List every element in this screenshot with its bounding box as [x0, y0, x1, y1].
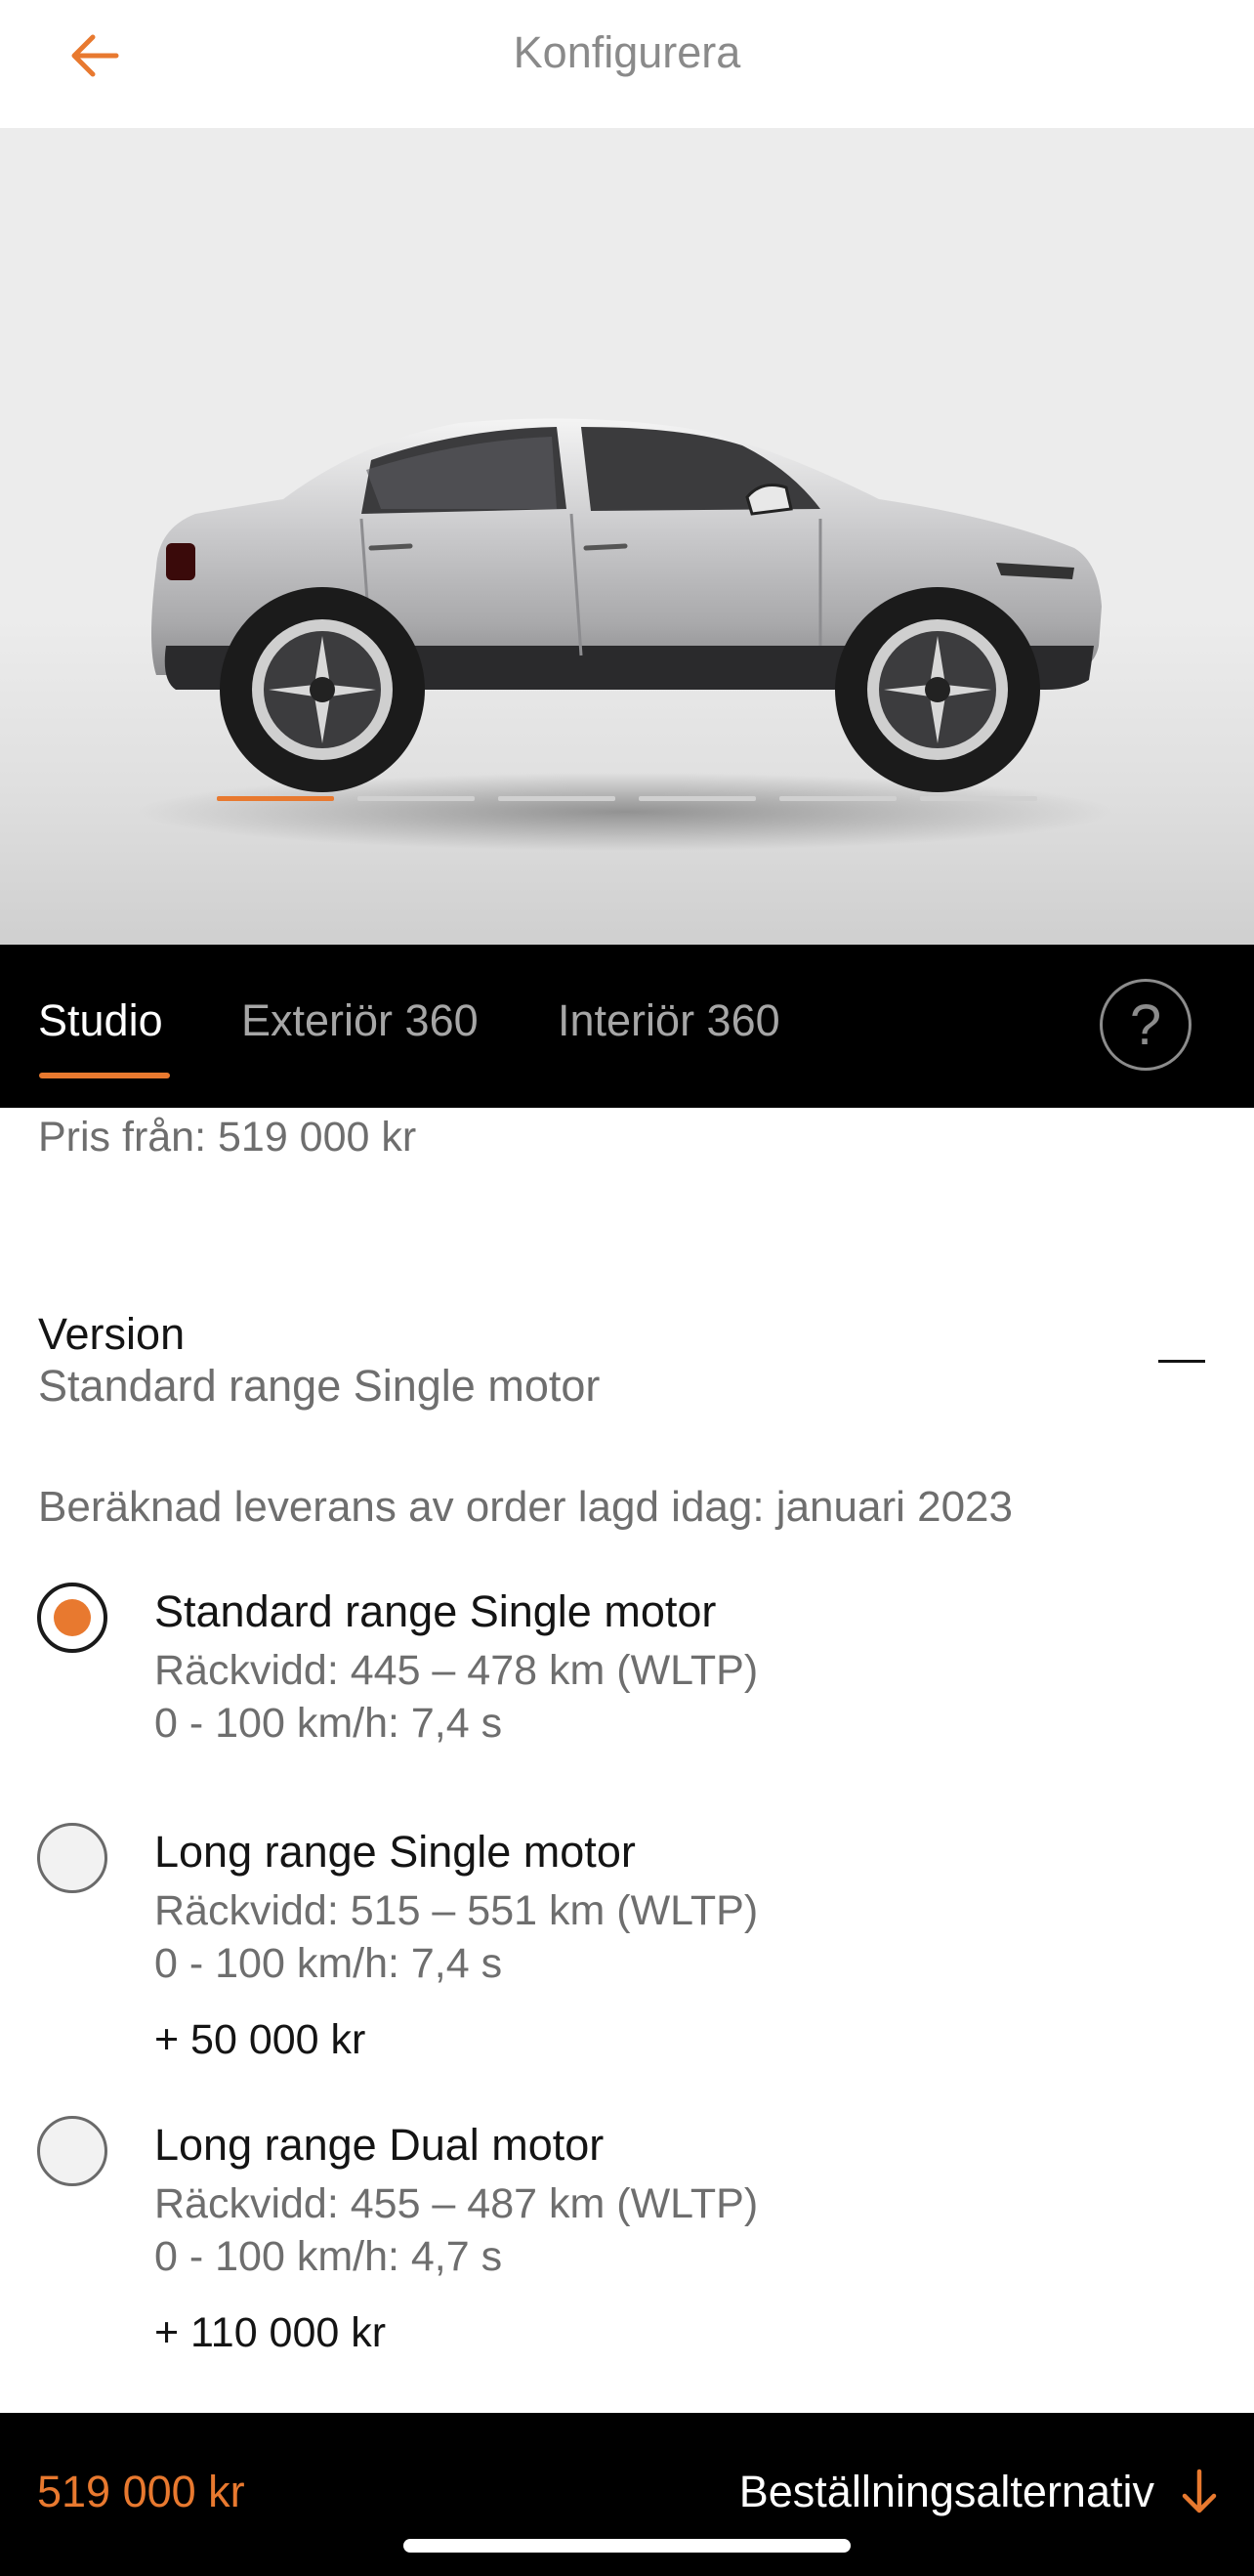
price-from: Pris från: 519 000 kr [38, 1114, 417, 1161]
option-name: Standard range Single motor [154, 1586, 717, 1636]
arrow-down-icon[interactable] [1180, 2468, 1219, 2516]
carousel-dot[interactable] [779, 796, 897, 801]
radio-button[interactable] [37, 1823, 107, 1893]
help-button[interactable]: ? [1100, 979, 1191, 1071]
tab-exterior-360[interactable]: Exteriör 360 [241, 995, 479, 1046]
bottom-bar: 519 000 kr Beställningsalternativ [0, 2413, 1254, 2576]
option-name: Long range Dual motor [154, 2120, 605, 2170]
version-option-standard-single[interactable]: Standard range Single motor Räckvidd: 44… [0, 1583, 1254, 1758]
option-acceleration: 0 - 100 km/h: 7,4 s [154, 1940, 503, 1987]
radio-button-selected[interactable] [37, 1583, 107, 1653]
carousel-dot[interactable] [639, 796, 756, 801]
version-selected-value: Standard range Single motor [38, 1361, 601, 1411]
carousel-dot[interactable] [920, 796, 1037, 801]
radio-button[interactable] [37, 2116, 107, 2186]
option-range: Räckvidd: 455 – 487 km (WLTP) [154, 2180, 759, 2227]
question-icon: ? [1129, 992, 1162, 1057]
carousel-indicator[interactable] [217, 796, 1037, 801]
version-label: Version [38, 1309, 186, 1359]
carousel-dot[interactable] [498, 796, 615, 801]
car-image-carousel[interactable] [0, 128, 1254, 945]
active-tab-indicator [39, 1073, 170, 1078]
page-title: Konfigurera [513, 27, 741, 77]
option-name: Long range Single motor [154, 1827, 636, 1877]
car-image [137, 418, 1113, 851]
option-acceleration: 0 - 100 km/h: 4,7 s [154, 2233, 503, 2280]
option-range: Räckvidd: 515 – 551 km (WLTP) [154, 1887, 759, 1934]
delivery-estimate: Beräknad leverans av order lagd idag: ja… [38, 1483, 1013, 1531]
option-range: Räckvidd: 445 – 478 km (WLTP) [154, 1647, 759, 1694]
version-option-long-dual[interactable]: Long range Dual motor Räckvidd: 455 – 48… [0, 2116, 1254, 2370]
option-price: + 110 000 kr [154, 2309, 387, 2356]
tab-studio[interactable]: Studio [38, 995, 163, 1046]
order-options-link[interactable]: Beställningsalternativ [739, 2467, 1154, 2517]
option-acceleration: 0 - 100 km/h: 7,4 s [154, 1700, 503, 1747]
tab-interior-360[interactable]: Interiör 360 [558, 995, 780, 1046]
total-price: 519 000 kr [37, 2467, 245, 2516]
home-indicator [403, 2539, 851, 2553]
top-bar: Konfigurera [0, 0, 1254, 128]
view-tabs: Studio Exteriör 360 Interiör 360 ? [0, 945, 1254, 1108]
version-option-long-single[interactable]: Long range Single motor Räckvidd: 515 – … [0, 1823, 1254, 2077]
collapse-icon[interactable] [1158, 1360, 1205, 1363]
option-price: + 50 000 kr [154, 2016, 366, 2063]
carousel-dot[interactable] [357, 796, 475, 801]
carousel-dot[interactable] [217, 796, 334, 801]
